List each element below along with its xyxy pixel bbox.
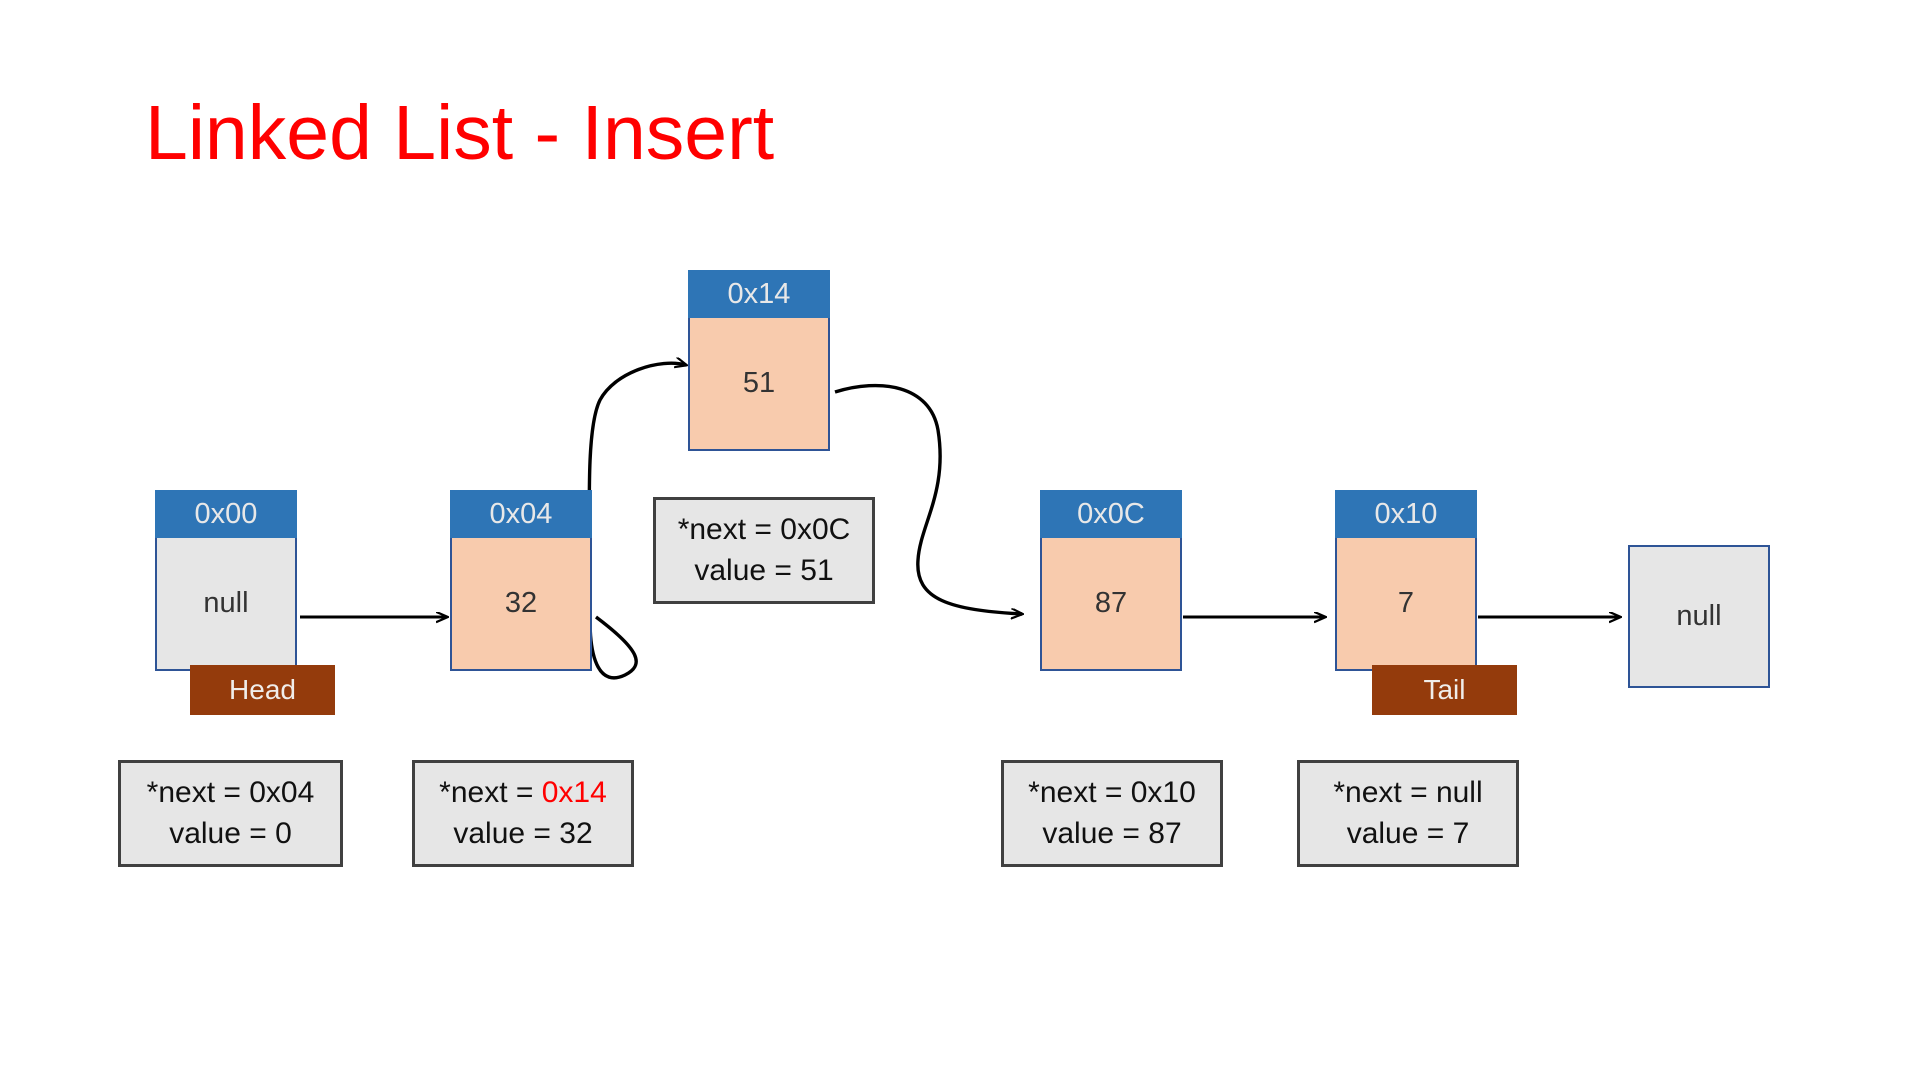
node-0x04-value: 32 xyxy=(450,538,592,671)
info-0x00-next-label: *next = xyxy=(146,776,250,809)
info-box-0x00: *next = 0x04 value = 0 xyxy=(118,760,343,867)
info-0x14-next-line: *next = 0x0C xyxy=(670,510,858,551)
info-0x04-next-line: *next = 0x14 xyxy=(429,773,617,814)
info-0x0C-value-line: value = 87 xyxy=(1042,816,1182,850)
info-box-0x14: *next = 0x0C value = 51 xyxy=(653,497,875,604)
info-0x14-next-value: 0x0C xyxy=(780,513,851,546)
node-0x10-address: 0x10 xyxy=(1335,490,1477,538)
info-0x10-next-line: *next = null xyxy=(1314,773,1502,814)
info-0x14-value-line: value = 51 xyxy=(694,553,834,587)
info-0x14-next-label: *next = xyxy=(677,513,781,546)
info-0x04-next-label: *next = xyxy=(439,776,542,809)
node-0x04[interactable]: 0x04 32 xyxy=(450,490,592,671)
info-0x04-next-value: 0x14 xyxy=(541,776,607,809)
info-box-0x04: *next = 0x14 value = 32 xyxy=(412,760,634,867)
info-0x0C-next-label: *next = xyxy=(1028,776,1131,809)
node-0x14-address: 0x14 xyxy=(688,270,830,318)
info-box-0x10: *next = null value = 7 xyxy=(1297,760,1519,867)
info-0x0C-next-line: *next = 0x10 xyxy=(1018,773,1206,814)
info-0x10-next-value: null xyxy=(1435,776,1483,809)
terminal-null-node: null xyxy=(1628,545,1770,688)
page-title: Linked List - Insert xyxy=(145,90,775,176)
node-0x14[interactable]: 0x14 51 xyxy=(688,270,830,451)
info-0x00-next-value: 0x04 xyxy=(249,776,315,809)
info-box-0x0C: *next = 0x10 value = 87 xyxy=(1001,760,1223,867)
info-0x00-value-line: value = 0 xyxy=(169,816,292,850)
node-0x0C[interactable]: 0x0C 87 xyxy=(1040,490,1182,671)
node-0x00[interactable]: 0x00 null xyxy=(155,490,297,671)
node-0x00-value: null xyxy=(155,538,297,671)
tail-badge[interactable]: Tail xyxy=(1372,665,1517,715)
info-0x0C-next-value: 0x10 xyxy=(1130,776,1196,809)
info-0x10-next-label: *next = xyxy=(1333,776,1436,809)
info-0x04-value-line: value = 32 xyxy=(453,816,593,850)
node-0x0C-address: 0x0C xyxy=(1040,490,1182,538)
node-0x00-address: 0x00 xyxy=(155,490,297,538)
node-0x0C-value: 87 xyxy=(1040,538,1182,671)
info-0x10-value-line: value = 7 xyxy=(1346,816,1470,850)
node-0x10[interactable]: 0x10 7 xyxy=(1335,490,1477,671)
node-0x10-value: 7 xyxy=(1335,538,1477,671)
slide-canvas: Linked List - Insert 0x00 null Head 0x04… xyxy=(0,0,1920,1080)
head-badge[interactable]: Head xyxy=(190,665,335,715)
info-0x00-next-line: *next = 0x04 xyxy=(135,773,326,814)
node-0x14-value: 51 xyxy=(688,318,830,451)
node-0x04-address: 0x04 xyxy=(450,490,592,538)
